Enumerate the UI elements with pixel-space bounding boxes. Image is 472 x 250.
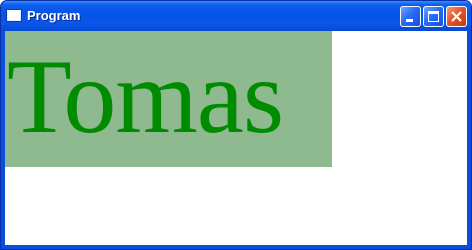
program-window: Program Tomas xyxy=(0,0,472,250)
name-label: Tomas xyxy=(7,38,284,155)
client-area: Tomas xyxy=(5,31,467,245)
title-bar[interactable]: Program xyxy=(1,1,471,31)
maximize-icon xyxy=(428,11,439,22)
minimize-button[interactable] xyxy=(400,6,421,27)
name-panel: Tomas xyxy=(5,31,332,167)
close-button[interactable] xyxy=(446,6,467,27)
window-title: Program xyxy=(27,8,81,23)
maximize-button[interactable] xyxy=(423,6,444,27)
window-icon xyxy=(7,10,21,21)
minimize-icon xyxy=(406,19,413,22)
close-icon xyxy=(451,11,462,22)
